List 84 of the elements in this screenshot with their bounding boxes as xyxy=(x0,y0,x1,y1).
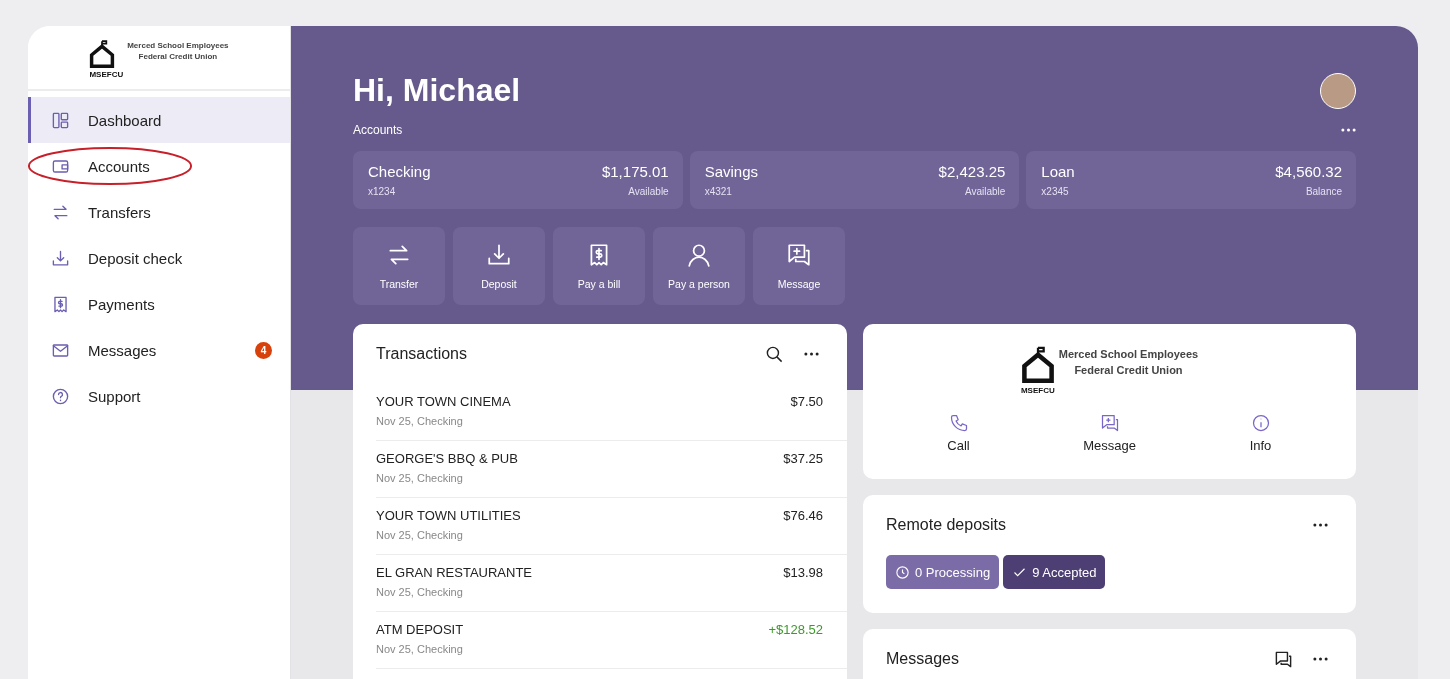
logo-text: Merced School Employees xyxy=(127,40,229,51)
contact-action-button[interactable]: Info xyxy=(1215,413,1306,453)
transaction-detail: Nov 25, Checking xyxy=(376,586,464,598)
account-number: x2345 xyxy=(1041,186,1069,197)
status-filter-chip[interactable]: 0 Processing xyxy=(886,555,1000,589)
person-icon xyxy=(686,242,712,268)
avatar-placeholder[interactable] xyxy=(1320,72,1356,109)
balance-type: Available xyxy=(964,186,1006,197)
merchant-name: GEORGE'S BBQ & PUB xyxy=(376,451,518,466)
contact-action-button[interactable]: Call xyxy=(913,413,1004,453)
chat-icon[interactable] xyxy=(1274,649,1293,669)
schoolhouse-icon xyxy=(1020,346,1055,386)
merchant-name: YOUR TOWN UTILITIES xyxy=(376,508,521,523)
more-options-icon[interactable] xyxy=(804,352,819,356)
logo-text: Federal Credit Union xyxy=(1074,363,1183,378)
logo-text: Federal Credit Union xyxy=(138,51,218,62)
contact-action-button[interactable]: Message xyxy=(1064,413,1155,453)
unread-count-badge: 4 xyxy=(255,341,272,359)
sidebar-item[interactable]: Deposit check xyxy=(28,235,290,281)
account-card[interactable]: Checking $1,175.01 x1234 Available xyxy=(353,151,683,209)
card-title: Transactions xyxy=(376,345,467,363)
schoolhouse-icon xyxy=(89,40,116,70)
transaction-detail: Nov 25, Checking xyxy=(376,415,464,427)
account-balance: $1,175.01 xyxy=(601,163,669,180)
transaction-detail: Nov 25, Checking xyxy=(376,472,464,484)
deposit-icon xyxy=(486,242,512,268)
search-icon[interactable] xyxy=(765,344,784,364)
balance-type: Balance xyxy=(1305,186,1342,197)
phone-icon xyxy=(948,413,969,433)
logo-text: Merced School Employees xyxy=(1058,347,1199,362)
transaction-amount: $37.25 xyxy=(783,451,823,468)
account-number: x4321 xyxy=(704,186,732,197)
account-balance: $4,560.32 xyxy=(1275,163,1342,180)
logo-abbreviation: MSEFCU xyxy=(1020,386,1055,395)
transaction-row[interactable]: YOUR TOWN CINEMA Nov 25, Checking $7.50 xyxy=(376,384,847,441)
sidebar-item[interactable]: Dashboard xyxy=(28,97,290,143)
merchant-name: YOUR TOWN CINEMA xyxy=(376,394,511,409)
bill-icon xyxy=(51,294,70,314)
quick-action-button[interactable]: Deposit xyxy=(453,227,545,305)
account-balance: $2,423.25 xyxy=(938,163,1006,180)
greeting-heading: Hi, Michael xyxy=(353,72,521,109)
transaction-amount: $13.98 xyxy=(783,565,823,582)
transaction-amount: +$128.52 xyxy=(768,622,823,639)
message-icon xyxy=(786,242,812,268)
account-card[interactable]: Loan $4,560.32 x2345 Balance xyxy=(1026,151,1356,209)
logo-abbreviation: MSEFCU xyxy=(89,70,124,79)
card-title: Messages xyxy=(886,650,959,668)
quick-action-button[interactable]: Transfer xyxy=(353,227,445,305)
account-name: Savings xyxy=(704,163,759,180)
account-name: Checking xyxy=(368,163,431,180)
deposit-icon xyxy=(51,248,70,268)
account-name: Loan xyxy=(1041,163,1075,180)
transaction-amount: $76.46 xyxy=(783,508,823,525)
more-options-icon[interactable] xyxy=(1313,523,1328,527)
more-options-icon[interactable] xyxy=(1313,657,1328,661)
info-icon xyxy=(1250,413,1271,433)
transaction-detail: Nov 25, Checking xyxy=(376,643,464,655)
sidebar-item[interactable]: Transfers xyxy=(28,189,290,235)
status-filter-chip[interactable]: 9 Accepted xyxy=(1003,555,1106,589)
transaction-row[interactable]: YOUR TOWN UTILITIES Nov 25, Checking $76.46 xyxy=(376,498,847,555)
sidebar-item[interactable]: Payments xyxy=(28,281,290,327)
quick-action-button[interactable]: Pay a person xyxy=(653,227,745,305)
balance-type: Available xyxy=(628,186,669,197)
sidebar-item[interactable]: Support xyxy=(28,373,290,419)
merchant-name: EL GRAN RESTAURANTE xyxy=(376,565,533,580)
transaction-detail: Nov 25, Checking xyxy=(376,529,464,541)
card-title: Remote deposits xyxy=(886,516,1007,534)
more-options-icon[interactable] xyxy=(1341,128,1356,132)
account-number: x1234 xyxy=(368,186,396,197)
sidebar-item[interactable]: Messages 4 xyxy=(28,327,290,373)
section-title: Accounts xyxy=(353,123,403,137)
transaction-row[interactable]: ATM DEPOSIT Nov 25, Checking +$128.52 xyxy=(376,612,847,669)
clock-icon xyxy=(895,564,910,580)
sidebar-item[interactable]: Accounts xyxy=(28,143,290,189)
merchant-name: ATM DEPOSIT xyxy=(376,622,464,637)
help-icon xyxy=(51,386,70,406)
dashboard-icon xyxy=(51,110,70,130)
message-icon xyxy=(1099,413,1120,433)
transaction-row[interactable]: EL GRAN RESTAURANTE Nov 25, Checking $13.98 xyxy=(376,555,847,612)
transaction-row[interactable]: GEORGE'S BBQ & PUB Nov 25, Checking $37.25 xyxy=(376,441,847,498)
transaction-amount: $7.50 xyxy=(790,394,823,411)
quick-action-button[interactable]: Message xyxy=(753,227,845,305)
quick-action-button[interactable]: Pay a bill xyxy=(553,227,645,305)
account-card[interactable]: Savings $2,423.25 x4321 Available xyxy=(689,151,1020,209)
